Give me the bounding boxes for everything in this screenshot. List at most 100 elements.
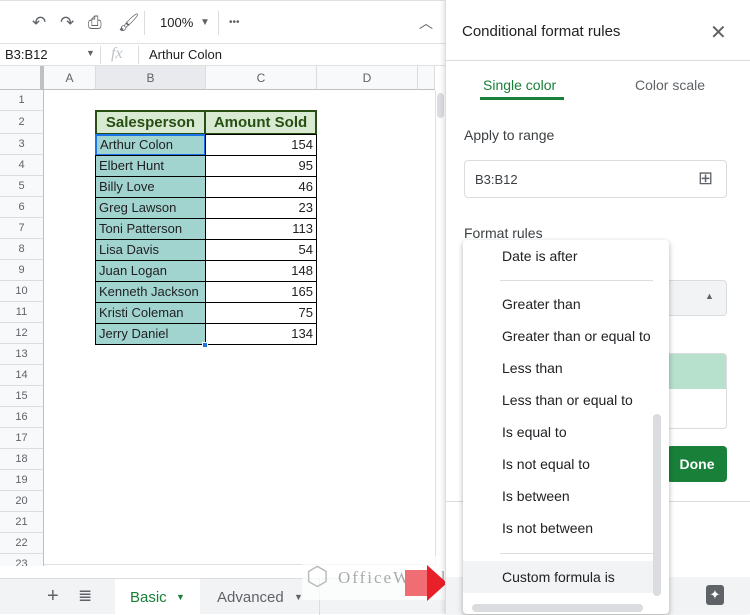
row-header[interactable]: 8 (0, 239, 44, 260)
cell-salesperson[interactable]: Greg Lawson (95, 197, 206, 219)
condition-dropdown-menu: Date is after Greater than Greater than or… (463, 240, 669, 614)
cell-amount[interactable]: 23 (205, 197, 317, 219)
menu-item[interactable]: Is not between (463, 512, 653, 544)
row-header[interactable]: 10 (0, 281, 44, 302)
menu-item[interactable]: Greater than (463, 288, 653, 320)
format-rules-label: Format rules (464, 225, 543, 241)
row-header[interactable]: 1 (0, 90, 44, 111)
cell-salesperson[interactable]: Arthur Colon (95, 134, 206, 156)
menu-item[interactable]: Date is after (463, 240, 653, 272)
explore-icon[interactable]: ✦ (706, 585, 724, 605)
tab-label: Basic (130, 589, 167, 606)
row-header[interactable]: 6 (0, 197, 44, 218)
redo-icon[interactable]: ↷ (60, 13, 74, 33)
row-header[interactable]: 13 (0, 344, 44, 365)
menu-hscrollbar[interactable] (472, 604, 643, 612)
cell-amount[interactable]: 46 (205, 176, 317, 198)
cell-amount[interactable]: 75 (205, 302, 317, 324)
range-value: B3:B12 (475, 172, 518, 187)
cell-salesperson[interactable]: Juan Logan (95, 260, 206, 282)
menu-divider (500, 553, 653, 554)
vertical-scrollbar[interactable] (435, 90, 445, 566)
menu-item[interactable]: Less than or equal to (463, 384, 653, 416)
row-header[interactable]: 14 (0, 365, 44, 386)
apply-range-label: Apply to range (464, 127, 555, 143)
cell-salesperson[interactable]: Lisa Davis (95, 239, 206, 261)
row-header[interactable]: 9 (0, 260, 44, 281)
tab-color-scale[interactable]: Color scale (635, 77, 705, 93)
formula-bar: B3:B12 ▼ fx Arthur Colon (0, 44, 445, 66)
menu-item[interactable]: Less than (463, 352, 653, 384)
row-header[interactable]: 3 (0, 134, 44, 155)
paint-format-icon[interactable]: 🖌 (118, 13, 140, 33)
undo-icon[interactable]: ↶ (32, 13, 46, 33)
row-header[interactable]: 2 (0, 111, 44, 134)
toolbar: ↶ ↷ ⎙ 🖌 100% ▼ ••• ︿ (0, 0, 445, 44)
row-header[interactable]: 11 (0, 302, 44, 323)
row-header[interactable]: 20 (0, 491, 44, 512)
cell-amount[interactable]: 95 (205, 155, 317, 177)
select-all[interactable] (0, 66, 44, 90)
name-box[interactable]: B3:B12 (5, 47, 48, 62)
fill-handle[interactable] (202, 342, 208, 348)
menu-item[interactable]: Is between (463, 480, 653, 512)
column-header-c[interactable]: C (206, 66, 317, 90)
cell-amount[interactable]: 54 (205, 239, 317, 261)
cell-salesperson[interactable]: Kenneth Jackson (95, 281, 206, 303)
row-header[interactable]: 12 (0, 323, 44, 344)
column-header-a[interactable]: A (44, 66, 96, 90)
tab-basic[interactable]: Basic ▼ (115, 579, 200, 615)
header-salesperson[interactable]: Salesperson (95, 110, 206, 135)
menu-item[interactable]: Custom formula is (463, 561, 653, 593)
tab-label: Advanced (217, 589, 284, 606)
column-header-b[interactable]: B (96, 66, 206, 90)
cell-amount[interactable]: 165 (205, 281, 317, 303)
cell-salesperson[interactable]: Billy Love (95, 176, 206, 198)
cell-amount[interactable]: 148 (205, 260, 317, 282)
row-header[interactable]: 22 (0, 533, 44, 554)
menu-item[interactable]: Is equal to (463, 416, 653, 448)
caret-up-icon: ▲ (705, 291, 714, 301)
menu-item[interactable]: Greater than or equal to (463, 320, 653, 352)
close-icon[interactable]: ✕ (710, 20, 727, 45)
all-sheets-icon[interactable]: ≣ (78, 586, 92, 606)
collapse-icon[interactable]: ︿ (419, 13, 433, 33)
arrow-icon (405, 570, 427, 596)
cell-amount[interactable]: 134 (205, 323, 317, 345)
header-amount-sold[interactable]: Amount Sold (204, 110, 317, 135)
row-header[interactable]: 23 (0, 554, 44, 566)
chevron-down-icon[interactable]: ▼ (200, 13, 210, 33)
more-icon[interactable]: ••• (229, 13, 240, 33)
row-header[interactable]: 17 (0, 428, 44, 449)
formula-input[interactable]: Arthur Colon (149, 47, 222, 62)
row-header[interactable]: 4 (0, 155, 44, 176)
tab-single-color[interactable]: Single color (483, 77, 556, 93)
logo-icon: ⬡ (306, 561, 329, 591)
print-icon[interactable]: ⎙ (88, 13, 102, 33)
cell-amount[interactable]: 154 (205, 134, 317, 156)
row-header[interactable]: 21 (0, 512, 44, 533)
row-header[interactable]: 18 (0, 449, 44, 470)
range-input[interactable]: B3:B12 ⊞ (464, 160, 727, 198)
row-header[interactable]: 7 (0, 218, 44, 239)
sheet-grid[interactable]: A B C D 1 2 3 4 5 6 7 8 9 10 11 12 13 14 15 16 17 18 19 20 2… (0, 66, 445, 566)
row-header[interactable]: 16 (0, 407, 44, 428)
chevron-down-icon[interactable]: ▼ (176, 592, 185, 602)
zoom-select[interactable]: 100% (160, 13, 193, 33)
row-header[interactable]: 5 (0, 176, 44, 197)
cell-salesperson[interactable]: Toni Patterson (95, 218, 206, 240)
cell-amount[interactable]: 113 (205, 218, 317, 240)
chevron-down-icon[interactable]: ▼ (86, 48, 95, 58)
cell-salesperson[interactable]: Jerry Daniel (95, 323, 206, 345)
cell-salesperson[interactable]: Elbert Hunt (95, 155, 206, 177)
grid-select-icon[interactable]: ⊞ (698, 168, 713, 189)
column-header-d[interactable]: D (317, 66, 418, 90)
row-header[interactable]: 19 (0, 470, 44, 491)
cell-salesperson[interactable]: Kristi Coleman (95, 302, 206, 324)
menu-item[interactable]: Is not equal to (463, 448, 653, 480)
menu-divider (500, 280, 653, 281)
done-button[interactable]: Done (667, 446, 727, 482)
add-sheet-icon[interactable]: + (47, 585, 59, 608)
menu-scrollbar[interactable] (653, 414, 661, 596)
row-header[interactable]: 15 (0, 386, 44, 407)
